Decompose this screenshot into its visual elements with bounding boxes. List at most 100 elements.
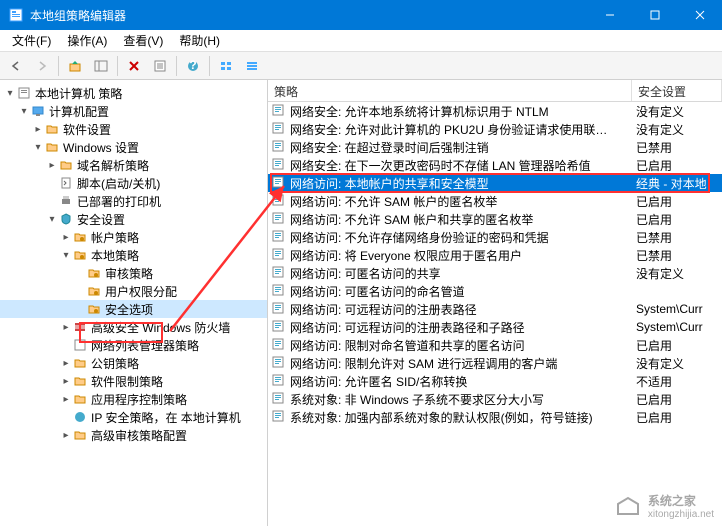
menu-action[interactable]: 操作(A) — [59, 30, 115, 51]
policy-item-icon — [272, 284, 286, 298]
tree-app-control[interactable]: ▸应用程序控制策略 — [0, 390, 267, 408]
list-row[interactable]: 网络访问: 不允许 SAM 帐户的匿名枚举已启用 — [268, 192, 722, 210]
menu-view[interactable]: 查看(V) — [115, 30, 171, 51]
maximize-button[interactable] — [632, 0, 677, 30]
policy-value: 已禁用 — [632, 247, 722, 264]
list-row[interactable]: 网络访问: 本地帐户的共享和安全模型经典 - 对本地 — [268, 174, 722, 192]
firewall-icon — [72, 319, 88, 335]
printer-icon — [58, 193, 74, 209]
policy-item-icon — [272, 176, 286, 190]
tree-ipsec[interactable]: IP 安全策略，在 本地计算机 — [0, 408, 267, 426]
tree-computer-config[interactable]: ▾计算机配置 — [0, 102, 267, 120]
tree-security-settings[interactable]: ▾安全设置 — [0, 210, 267, 228]
tree-sw-restrict[interactable]: ▸软件限制策略 — [0, 372, 267, 390]
watermark-url: xitongzhijia.net — [648, 509, 714, 520]
tree-adv-firewall[interactable]: ▸高级安全 Windows 防火墙 — [0, 318, 267, 336]
list-row[interactable]: 网络访问: 限制对命名管道和共享的匿名访问已启用 — [268, 336, 722, 354]
menu-help[interactable]: 帮助(H) — [171, 30, 228, 51]
list-row[interactable]: 网络访问: 不允许 SAM 帐户和共享的匿名枚举 已启用 — [268, 210, 722, 228]
list-row[interactable]: 网络访问: 可远程访问的注册表路径 System\Curr — [268, 300, 722, 318]
list-row[interactable]: 网络安全: 允许对此计算机的 PKU2U 身份验证请求使用联…没有定义 — [268, 120, 722, 138]
tree-software[interactable]: ▸软件设置 — [0, 120, 267, 138]
tree-label: 高级安全 Windows 防火墙 — [91, 319, 230, 336]
tree-user-rights[interactable]: 用户权限分配 — [0, 282, 267, 300]
policy-value: System\Curr — [632, 302, 722, 316]
list-row[interactable]: 网络访问: 限制允许对 SAM 进行远程调用的客户端没有定义 — [268, 354, 722, 372]
policy-item-icon — [272, 410, 286, 424]
folder-icon — [72, 355, 88, 371]
list-row[interactable]: 网络访问: 不允许存储网络身份验证的密码和凭据已禁用 — [268, 228, 722, 246]
policy-value: 已启用 — [632, 211, 722, 228]
policy-name: 网络访问: 可远程访问的注册表路径 — [290, 301, 477, 318]
policy-name: 网络访问: 将 Everyone 权限应用于匿名用户 — [290, 247, 522, 264]
list-row[interactable]: 网络访问: 将 Everyone 权限应用于匿名用户 已禁用 — [268, 246, 722, 264]
view-list-button[interactable] — [214, 54, 238, 78]
folder-lock-icon — [86, 301, 102, 317]
list-row[interactable]: 网络访问: 可远程访问的注册表路径和子路径System\Curr — [268, 318, 722, 336]
list-row[interactable]: 网络访问: 可匿名访问的命名管道 — [268, 282, 722, 300]
tree-scripts[interactable]: 脚本(启动/关机) — [0, 174, 267, 192]
help-button[interactable]: ? — [181, 54, 205, 78]
minimize-button[interactable] — [587, 0, 632, 30]
tree-security-options[interactable]: 安全选项 — [0, 300, 267, 318]
watermark: 系统之家 xitongzhijia.net — [614, 492, 714, 520]
folder-icon — [72, 427, 88, 443]
column-policy[interactable]: 策略 — [268, 80, 632, 101]
tree-dns-policy[interactable]: ▸域名解析策略 — [0, 156, 267, 174]
policy-value: 没有定义 — [632, 355, 722, 372]
policy-value: 已启用 — [632, 337, 722, 354]
list-row[interactable]: 网络安全: 在下一次更改密码时不存储 LAN 管理器哈希值已启用 — [268, 156, 722, 174]
menu-file[interactable]: 文件(F) — [4, 30, 59, 51]
policy-name: 网络访问: 不允许存储网络身份验证的密码和凭据 — [290, 229, 549, 246]
tree-pane[interactable]: ▾本地计算机 策略 ▾计算机配置 ▸软件设置 ▾Windows 设置 ▸域名解析… — [0, 80, 268, 526]
tree-root[interactable]: ▾本地计算机 策略 — [0, 84, 267, 102]
close-button[interactable] — [677, 0, 722, 30]
policy-item-icon — [272, 302, 286, 316]
tree-printers[interactable]: 已部署的打印机 — [0, 192, 267, 210]
up-button[interactable] — [63, 54, 87, 78]
list-row[interactable]: 网络访问: 可匿名访问的共享没有定义 — [268, 264, 722, 282]
column-security-setting[interactable]: 安全设置 — [632, 80, 722, 101]
toolbar: ? — [0, 52, 722, 80]
policy-icon — [16, 85, 32, 101]
properties-button[interactable] — [148, 54, 172, 78]
tree-windows-settings[interactable]: ▾Windows 设置 — [0, 138, 267, 156]
policy-name: 网络访问: 可匿名访问的命名管道 — [290, 283, 465, 300]
app-icon — [8, 7, 24, 23]
policy-value: 经典 - 对本地 — [632, 175, 722, 192]
policy-name: 系统对象: 非 Windows 子系统不要求区分大小写 — [290, 391, 544, 408]
tree-label: 安全设置 — [77, 211, 125, 228]
list-row[interactable]: 系统对象: 非 Windows 子系统不要求区分大小写已启用 — [268, 390, 722, 408]
tree-pubkey[interactable]: ▸公钥策略 — [0, 354, 267, 372]
policy-name: 系统对象: 加强内部系统对象的默认权限(例如，符号链接) — [290, 409, 593, 426]
tree-adv-audit[interactable]: ▸高级审核策略配置 — [0, 426, 267, 444]
tree-label: 审核策略 — [105, 265, 153, 282]
tree-label: 本地计算机 策略 — [35, 85, 122, 102]
list-row[interactable]: 网络安全: 在超过登录时间后强制注销已禁用 — [268, 138, 722, 156]
tree-audit-policy[interactable]: 审核策略 — [0, 264, 267, 282]
tree-netlist-mgr[interactable]: 网络列表管理器策略 — [0, 336, 267, 354]
folder-lock-icon — [86, 283, 102, 299]
policy-item-icon — [272, 392, 286, 406]
list-row[interactable]: 网络访问: 允许匿名 SID/名称转换不适用 — [268, 372, 722, 390]
view-details-button[interactable] — [240, 54, 264, 78]
policy-name: 网络访问: 不允许 SAM 帐户和共享的匿名枚举 — [290, 211, 533, 228]
policy-name: 网络安全: 在超过登录时间后强制注销 — [290, 139, 489, 156]
show-hide-tree-button[interactable] — [89, 54, 113, 78]
list-pane[interactable]: 策略 安全设置 网络安全: 允许本地系统将计算机标识用于 NTLM没有定义网络安… — [268, 80, 722, 526]
forward-button[interactable] — [30, 54, 54, 78]
delete-button[interactable] — [122, 54, 146, 78]
tree-label: 计算机配置 — [49, 103, 109, 120]
tree-local-policy[interactable]: ▾本地策略 — [0, 246, 267, 264]
back-button[interactable] — [4, 54, 28, 78]
folder-lock-icon — [86, 265, 102, 281]
policy-name: 网络访问: 允许匿名 SID/名称转换 — [290, 373, 467, 390]
tree-account-policy[interactable]: ▸帐户策略 — [0, 228, 267, 246]
ipsec-icon — [72, 409, 88, 425]
folder-icon — [44, 139, 60, 155]
tree-label: 安全选项 — [105, 301, 153, 318]
policy-item-icon — [272, 122, 286, 136]
list-row[interactable]: 系统对象: 加强内部系统对象的默认权限(例如，符号链接)已启用 — [268, 408, 722, 426]
list-row[interactable]: 网络安全: 允许本地系统将计算机标识用于 NTLM没有定义 — [268, 102, 722, 120]
policy-name: 网络访问: 不允许 SAM 帐户的匿名枚举 — [290, 193, 497, 210]
